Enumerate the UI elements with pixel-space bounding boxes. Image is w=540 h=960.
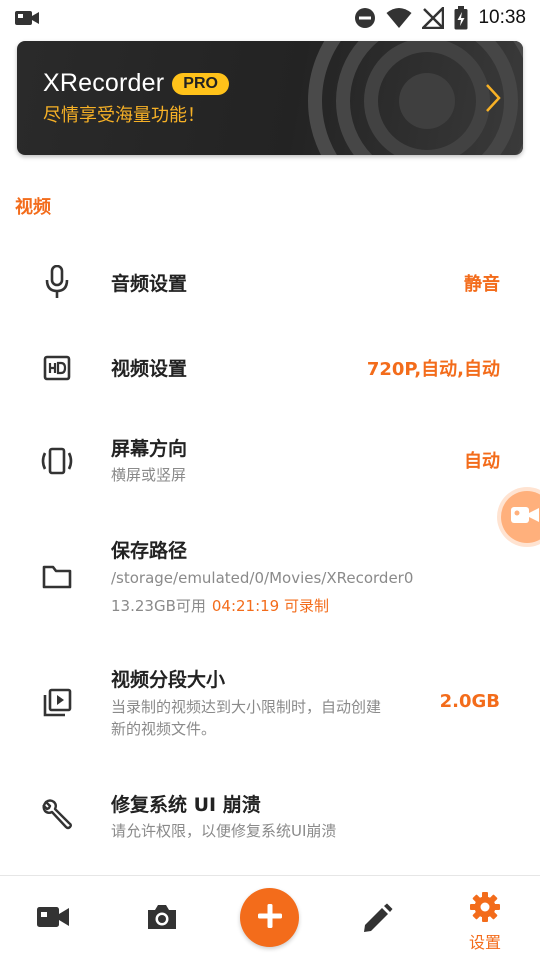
section-title-video: 视频 bbox=[15, 197, 51, 218]
save-path-text: /storage/emulated/0/Movies/XRecorder0 bbox=[111, 569, 414, 587]
microphone-icon bbox=[40, 265, 74, 299]
video-camera-icon bbox=[36, 905, 70, 933]
pencil-icon bbox=[361, 903, 393, 939]
app-brand-name: XRecorder bbox=[43, 69, 165, 97]
add-fab-button[interactable] bbox=[240, 888, 299, 947]
setting-audio[interactable]: 音频设置 静音 bbox=[0, 240, 540, 324]
battery-charging-icon bbox=[454, 6, 468, 30]
plus-icon bbox=[257, 903, 283, 933]
screen-rotation-icon bbox=[40, 444, 74, 478]
hd-icon bbox=[40, 351, 74, 385]
setting-title: 保存路径 bbox=[111, 540, 188, 562]
wifi-icon bbox=[386, 7, 412, 29]
setting-subtitle-line1: 当录制的视频达到大小限制时，自动创建 bbox=[111, 698, 382, 716]
record-time-remaining: 04:21:19 可录制 bbox=[211, 597, 329, 615]
setting-subtitle-line2: 新的视频文件。 bbox=[111, 720, 217, 738]
video-library-icon bbox=[40, 686, 74, 720]
bottom-navigation: 设置 bbox=[0, 875, 540, 960]
setting-value: 720P,自动,自动 bbox=[366, 359, 500, 380]
setting-title: 视频分段大小 bbox=[111, 669, 226, 691]
camera-icon bbox=[146, 903, 178, 935]
video-camera-icon bbox=[510, 505, 540, 529]
status-bar: 10:38 bbox=[0, 0, 540, 36]
pro-upgrade-banner[interactable]: XRecorder PRO 尽情享受海量功能！ bbox=[17, 41, 523, 155]
nav-edit[interactable] bbox=[361, 903, 393, 939]
setting-save-path[interactable]: 保存路径 /storage/emulated/0/Movies/XRecorde… bbox=[0, 512, 540, 642]
setting-title: 修复系统 UI 崩溃 bbox=[111, 794, 261, 816]
promo-subtitle: 尽情享受海量功能！ bbox=[43, 105, 205, 126]
setting-value: 2.0GB bbox=[439, 691, 500, 712]
setting-title: 视频设置 bbox=[111, 358, 188, 380]
setting-subtitle: 请允许权限，以便修复系统UI崩溃 bbox=[111, 822, 337, 840]
chevron-right-icon bbox=[485, 83, 501, 117]
setting-title: 屏幕方向 bbox=[111, 438, 188, 460]
wrench-icon bbox=[40, 798, 74, 832]
do-not-disturb-icon bbox=[354, 7, 376, 29]
video-camera-icon bbox=[14, 8, 40, 28]
nav-settings-label: 设置 bbox=[469, 933, 502, 952]
setting-video[interactable]: 视频设置 720P,自动,自动 bbox=[0, 325, 540, 409]
folder-icon bbox=[40, 560, 74, 594]
setting-fix-system-ui[interactable]: 修复系统 UI 崩溃 请允许权限，以便修复系统UI崩溃 bbox=[0, 770, 540, 870]
setting-value: 静音 bbox=[464, 274, 500, 295]
nav-settings[interactable]: 设置 bbox=[469, 891, 501, 953]
nav-record-video[interactable] bbox=[36, 905, 70, 933]
setting-title: 音频设置 bbox=[111, 273, 188, 295]
pro-badge: PRO bbox=[172, 72, 229, 95]
setting-value: 自动 bbox=[464, 451, 500, 472]
nav-screenshot[interactable] bbox=[146, 903, 178, 935]
storage-available: 13.23GB可用 bbox=[111, 597, 206, 615]
setting-subtitle: 横屏或竖屏 bbox=[111, 466, 187, 484]
storage-info: 13.23GB可用 04:21:19 可录制 bbox=[111, 596, 329, 616]
clock: 10:38 bbox=[478, 7, 526, 28]
gear-icon bbox=[469, 891, 501, 927]
setting-segment-size[interactable]: 视频分段大小 当录制的视频达到大小限制时，自动创建 新的视频文件。 2.0GB bbox=[0, 645, 540, 765]
no-signal-icon bbox=[422, 7, 445, 29]
setting-orientation[interactable]: 屏幕方向 横屏或竖屏 自动 bbox=[0, 410, 540, 510]
